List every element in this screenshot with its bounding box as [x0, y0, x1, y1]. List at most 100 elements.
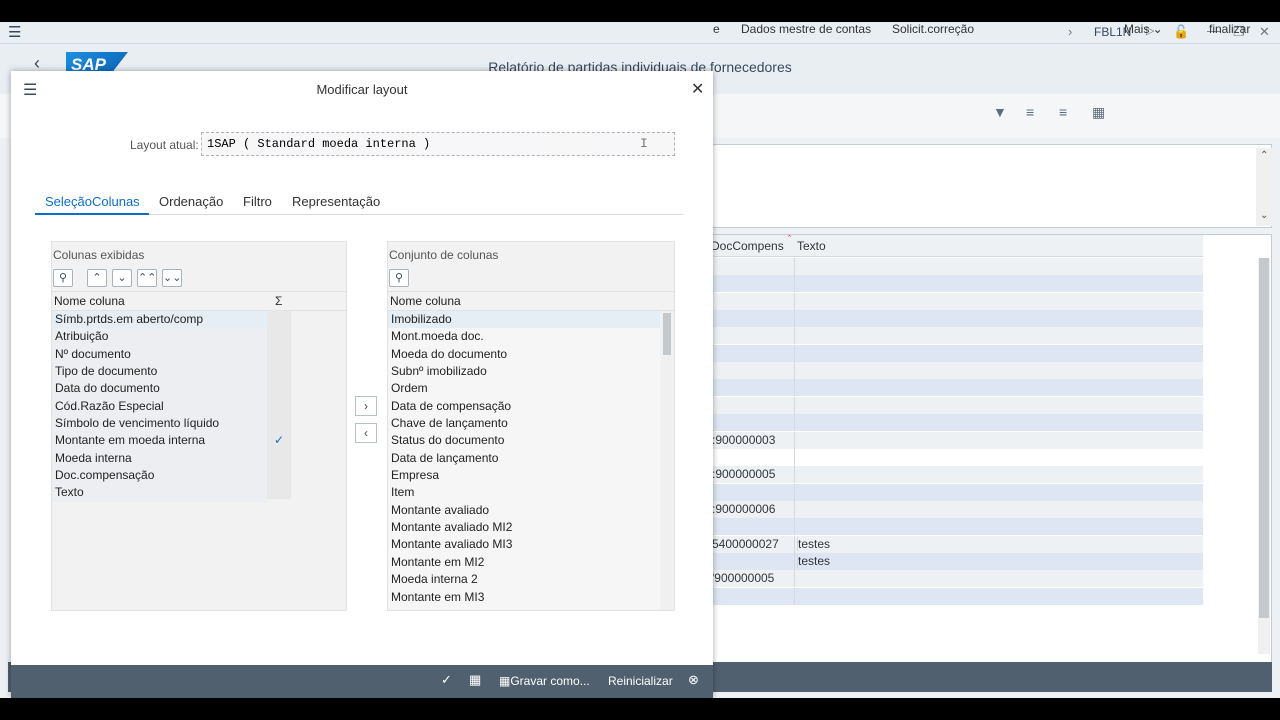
column-set-item[interactable]: Montante em MI3: [388, 588, 660, 606]
checkbox[interactable]: [267, 363, 291, 380]
tab-filtro[interactable]: Filtro: [243, 194, 272, 209]
displayed-column-item[interactable]: Símb.prtds.em aberto/comp: [52, 311, 267, 329]
column-set-item[interactable]: Mont.moeda doc.: [388, 328, 660, 346]
report-row[interactable]: :900000003: [712, 431, 1203, 449]
checkbox[interactable]: [267, 311, 291, 328]
report-row[interactable]: [712, 518, 1203, 536]
scroll-down-icon[interactable]: ⌄: [1260, 210, 1268, 221]
column-set-item[interactable]: Ordem: [388, 380, 660, 398]
checkbox[interactable]: [267, 346, 291, 363]
displayed-column-item[interactable]: Cód.Razão Especial: [52, 397, 267, 416]
mais-button[interactable]: Mais ⌄: [1124, 22, 1163, 36]
dados-mestre-button[interactable]: Dados mestre de contas: [741, 22, 871, 36]
column-set-item[interactable]: Montante avaliado MI3: [388, 536, 660, 554]
displayed-column-item[interactable]: Nº documento: [52, 345, 267, 364]
column-set-item[interactable]: Data de compensação: [388, 397, 660, 416]
checkbox-checked-icon[interactable]: ✓: [267, 432, 291, 449]
column-set-item[interactable]: Moeda interna 3: [388, 605, 660, 609]
report-row[interactable]: [712, 344, 1203, 362]
report-row[interactable]: [712, 275, 1203, 293]
dialog-close-icon[interactable]: ✕: [691, 79, 704, 99]
report-row[interactable]: [712, 414, 1203, 432]
tab-ordenacao[interactable]: Ordenação: [159, 194, 223, 209]
move-top-icon[interactable]: ⌃⌃: [137, 269, 157, 287]
column-set-item[interactable]: Montante em MI2: [388, 553, 660, 572]
finalizar-button[interactable]: finalizar: [1209, 22, 1250, 36]
table-icon[interactable]: ▦: [469, 672, 481, 688]
move-bottom-icon[interactable]: ⌄⌄: [162, 269, 182, 287]
report-row[interactable]: [712, 327, 1203, 345]
tab-selecao-colunas[interactable]: SeleçãoColunas: [45, 194, 140, 209]
report-scroll-thumb[interactable]: [1259, 258, 1269, 618]
report-row[interactable]: [712, 379, 1203, 397]
displayed-column-item[interactable]: Atribuição: [52, 328, 267, 346]
column-set-item[interactable]: Montante avaliado MI2: [388, 519, 660, 537]
search-icon[interactable]: ⚲: [53, 269, 73, 287]
report-row[interactable]: [712, 362, 1203, 380]
displayed-column-item[interactable]: Montante em moeda interna: [52, 432, 267, 450]
filter-icon[interactable]: ▼: [993, 104, 1007, 120]
column-set-item[interactable]: Montante avaliado: [388, 501, 660, 520]
sort-descending-icon[interactable]: ≡: [1059, 104, 1067, 120]
report-row[interactable]: [712, 258, 1203, 275]
remove-column-button[interactable]: ‹: [355, 423, 377, 443]
move-up-icon[interactable]: ⌃: [87, 269, 107, 287]
toolbar-partial-item[interactable]: e: [713, 22, 720, 36]
close-icon[interactable]: ✕: [1259, 24, 1270, 40]
checkbox[interactable]: [267, 380, 291, 397]
displayed-column-item[interactable]: Símbolo de vencimento líquido: [52, 415, 267, 433]
checkbox[interactable]: [267, 467, 291, 484]
column-set-item[interactable]: Data de lançamento: [388, 449, 660, 468]
report-row[interactable]: [712, 292, 1203, 310]
column-set-item[interactable]: Moeda do documento: [388, 345, 660, 364]
displayed-column-item[interactable]: Tipo de documento: [52, 363, 267, 381]
displayed-column-item[interactable]: Data do documento: [52, 380, 267, 398]
report-row[interactable]: testes: [712, 552, 1203, 570]
gravar-como-button[interactable]: ▦Gravar como...: [499, 674, 590, 688]
column-set-item[interactable]: Item: [388, 484, 660, 502]
menu-icon[interactable]: ☰: [8, 25, 21, 40]
grid-icon[interactable]: ▦: [1092, 104, 1105, 121]
column-set-scroll-thumb[interactable]: [663, 313, 671, 355]
displayed-column-item[interactable]: Texto: [52, 484, 267, 502]
column-set-item[interactable]: Imobilizado: [388, 311, 660, 329]
add-column-button[interactable]: ›: [355, 396, 377, 416]
sort-ascending-icon[interactable]: ≡: [1026, 104, 1034, 120]
report-row[interactable]: [712, 396, 1203, 414]
column-set-item[interactable]: Status do documento: [388, 432, 660, 450]
chevron-right-icon[interactable]: ›: [1068, 24, 1072, 39]
report-row[interactable]: :900000006: [712, 500, 1203, 518]
column-set-item[interactable]: Moeda interna 2: [388, 571, 660, 589]
displayed-column-item[interactable]: Moeda interna: [52, 449, 267, 468]
scroll-up-icon[interactable]: ⌃: [1260, 150, 1268, 161]
checkbox[interactable]: [267, 415, 291, 432]
column-set-item[interactable]: Subnº imobilizado: [388, 363, 660, 381]
report-row[interactable]: [712, 587, 1203, 605]
checkbox[interactable]: [267, 328, 291, 345]
layout-input[interactable]: 1SAP ( Standard moeda interna ) I: [201, 132, 675, 156]
checkbox[interactable]: [267, 450, 291, 467]
checkbox[interactable]: [267, 398, 291, 415]
sigma-icon[interactable]: Σ: [275, 294, 282, 308]
tab-representacao[interactable]: Representação: [292, 194, 380, 209]
column-header-texto[interactable]: Texto: [797, 239, 826, 253]
column-set-item[interactable]: Empresa: [388, 467, 660, 485]
column-header-doccompens[interactable]: DocCompens: [711, 239, 784, 253]
report-row[interactable]: [712, 483, 1203, 501]
move-down-icon[interactable]: ⌄: [112, 269, 132, 287]
checkbox[interactable]: [267, 484, 291, 501]
report-row[interactable]: :900000005: [712, 466, 1203, 484]
reinicializar-button[interactable]: Reinicializar: [608, 674, 673, 688]
solicit-correcao-button[interactable]: Solicit.correção: [892, 22, 974, 36]
report-row[interactable]: [712, 448, 1203, 466]
column-set-search-icon[interactable]: ⚲: [389, 269, 409, 287]
lock-icon[interactable]: 🔓: [1173, 24, 1189, 40]
column-set-scrollbar[interactable]: [661, 311, 673, 609]
report-row[interactable]: 5400000027 testes: [712, 535, 1203, 553]
report-row[interactable]: '900000005: [712, 570, 1203, 588]
confirm-icon[interactable]: ✓: [441, 672, 452, 688]
displayed-column-item[interactable]: Doc.compensação: [52, 467, 267, 485]
cancel-icon[interactable]: ⊗: [688, 672, 699, 688]
report-row[interactable]: [712, 310, 1203, 328]
column-set-item[interactable]: Chave de lançamento: [388, 415, 660, 433]
